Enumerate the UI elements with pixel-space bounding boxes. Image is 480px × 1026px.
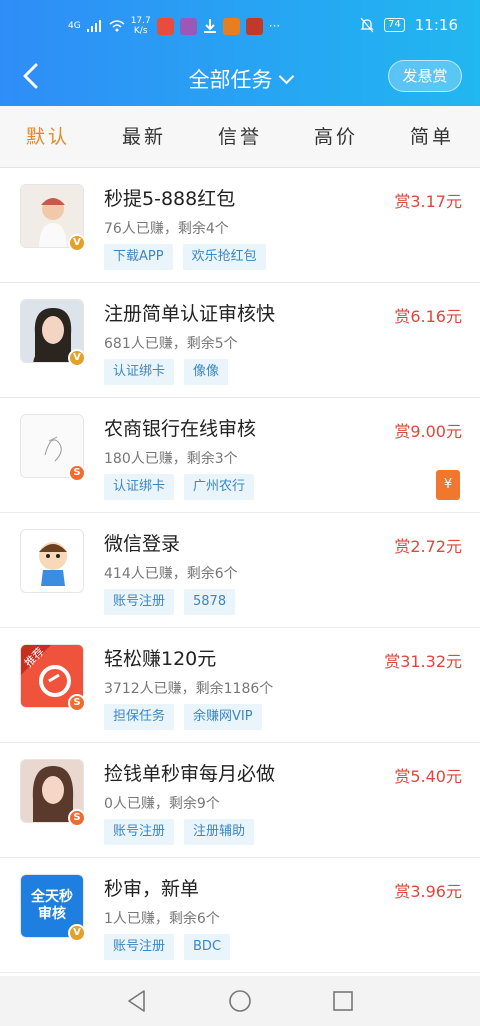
task-reward: 赏5.40元 [394, 767, 462, 786]
task-reward: 赏2.72元 [394, 537, 462, 556]
avatar-image [20, 529, 84, 593]
task-title: 农商银行在线审核 [104, 418, 257, 440]
task-title: 轻松赚120元 [104, 648, 217, 670]
task-item[interactable]: S 农商银行在线审核 180人已赚，剩余3个 认证绑卡 广州农行 赏9.00元 … [0, 398, 480, 513]
seller-badge: S [68, 694, 86, 712]
task-tags: 认证绑卡 像像 [104, 359, 229, 385]
mute-icon [360, 17, 374, 33]
task-tag: 账号注册 [104, 934, 175, 960]
wifi-icon [109, 20, 125, 32]
task-stats: 1人已赚，剩余6个 [104, 911, 220, 927]
task-title: 注册简单认证审核快 [104, 303, 276, 325]
avatar-text: 全天秒审核 [31, 889, 73, 922]
app-icon-3 [222, 17, 240, 35]
verified-badge: V [68, 924, 86, 942]
task-tag: 下载APP [104, 244, 173, 270]
task-tags: 担保任务 余赚网VIP [104, 704, 262, 730]
task-title: 秒审，新单 [104, 878, 200, 900]
tab-simple[interactable]: 简单 [384, 106, 480, 167]
task-tags: 账号注册 5878 [104, 589, 236, 615]
home-circle-icon[interactable] [227, 988, 253, 1014]
tab-reputation[interactable]: 信誉 [192, 106, 288, 167]
task-stats: 180人已赚，剩余3个 [104, 451, 238, 467]
post-bounty-button[interactable]: 发悬赏 [388, 60, 462, 92]
task-reward: 赏9.00元 [394, 422, 462, 441]
task-tag: 认证绑卡 [104, 359, 175, 385]
nav-bar: 全部任务 发悬赏 [0, 48, 480, 106]
task-item[interactable]: V 注册简单认证审核快 681人已赚，剩余5个 认证绑卡 像像 赏6.16元 [0, 283, 480, 398]
status-bar: 4G 17.7 K/s ··· 74 11:16 [0, 0, 480, 48]
task-tag: 广州农行 [184, 474, 255, 500]
speed-unit: K/s [133, 26, 148, 36]
task-tag: BDC [184, 934, 231, 960]
net-speed: 17.7 K/s [131, 16, 151, 36]
verified-badge: V [68, 234, 86, 252]
more-notifications-icon: ··· [268, 19, 281, 33]
recents-square-icon[interactable] [330, 988, 356, 1014]
task-avatar: S [20, 414, 86, 482]
task-stats: 76人已赚，剩余4个 [104, 221, 229, 237]
task-stats: 681人已赚，剩余5个 [104, 336, 238, 352]
task-list: V 秒提5-888红包 76人已赚，剩余4个 下载APP 欢乐抢红包 赏3.17… [0, 168, 480, 976]
task-avatar: V [20, 299, 86, 367]
task-reward: 赏3.17元 [394, 192, 462, 211]
task-item[interactable]: S 微信登录 414人已赚，剩余6个 账号注册 5878 赏2.72元 [0, 513, 480, 628]
verified-badge: V [68, 349, 86, 367]
task-avatar: V [20, 184, 86, 252]
task-tags: 账号注册 BDC [104, 934, 231, 960]
tab-high-price[interactable]: 高价 [288, 106, 384, 167]
clock: 11:16 [414, 16, 458, 34]
task-stats: 0人已赚，剩余9个 [104, 796, 220, 812]
status-right: 74 11:16 [360, 16, 458, 34]
task-tag: 注册辅助 [184, 819, 255, 845]
network-indicator: 4G [68, 20, 81, 31]
task-tag: 欢乐抢红包 [182, 244, 266, 270]
task-tags: 账号注册 注册辅助 [104, 819, 255, 845]
task-item[interactable]: V 秒提5-888红包 76人已赚，剩余4个 下载APP 欢乐抢红包 赏3.17… [0, 168, 480, 283]
seller-badge: S [68, 809, 86, 827]
tab-newest[interactable]: 最新 [96, 106, 192, 167]
task-avatar: 推荐 S [20, 644, 86, 712]
tab-default[interactable]: 默认 [0, 106, 96, 167]
status-left: 4G 17.7 K/s ··· [68, 16, 280, 36]
task-tag: 账号注册 [104, 819, 175, 845]
page-title: 全部任务 [188, 68, 273, 92]
task-tag: 余赚网VIP [184, 704, 262, 730]
task-item[interactable]: 推荐 S 轻松赚120元 3712人已赚，剩余1186个 担保任务 余赚网VIP… [0, 628, 480, 743]
task-reward: 赏6.16元 [394, 307, 462, 326]
app-icon-4 [245, 17, 263, 35]
app-icon-1 [156, 17, 174, 35]
task-tag: 账号注册 [104, 589, 175, 615]
sort-tabs: 默认 最新 信誉 高价 简单 [0, 106, 480, 168]
task-stats: 3712人已赚，剩余1186个 [104, 681, 274, 697]
task-title: 秒提5-888红包 [104, 188, 236, 210]
task-tag: 5878 [184, 589, 236, 615]
download-icon [203, 19, 216, 33]
speed-value: 17.7 [130, 16, 151, 26]
task-stats: 414人已赚，剩余6个 [104, 566, 238, 582]
app-icon-2 [179, 17, 197, 35]
back-triangle-icon[interactable] [124, 988, 150, 1014]
system-nav-bar [0, 976, 480, 1026]
task-tag: 认证绑卡 [104, 474, 175, 500]
task-title: 捡钱单秒审每月必做 [104, 763, 276, 785]
task-tags: 认证绑卡 广州农行 [104, 474, 255, 500]
top-header: 4G 17.7 K/s ··· 74 11:16 全部任务 发悬赏 [0, 0, 480, 106]
red-packet-icon[interactable]: ¥ [436, 470, 460, 500]
task-avatar: S [20, 529, 84, 593]
task-tags: 下载APP 欢乐抢红包 [104, 244, 266, 270]
signal-icon [86, 20, 101, 32]
task-avatar: S [20, 759, 86, 827]
task-reward: 赏31.32元 [384, 652, 462, 671]
battery-indicator: 74 [384, 18, 405, 32]
task-reward: 赏3.96元 [394, 882, 462, 901]
task-tag: 担保任务 [104, 704, 175, 730]
task-avatar: 全天秒审核 V [20, 874, 86, 942]
seller-badge: S [68, 464, 86, 482]
task-title: 微信登录 [104, 533, 181, 555]
chevron-down-icon [278, 68, 294, 85]
task-item[interactable]: 全天秒审核 V 秒审，新单 1人已赚，剩余6个 账号注册 BDC 赏3.96元 [0, 858, 480, 973]
task-tag: 像像 [184, 359, 229, 385]
task-item[interactable]: S 捡钱单秒审每月必做 0人已赚，剩余9个 账号注册 注册辅助 赏5.40元 [0, 743, 480, 858]
